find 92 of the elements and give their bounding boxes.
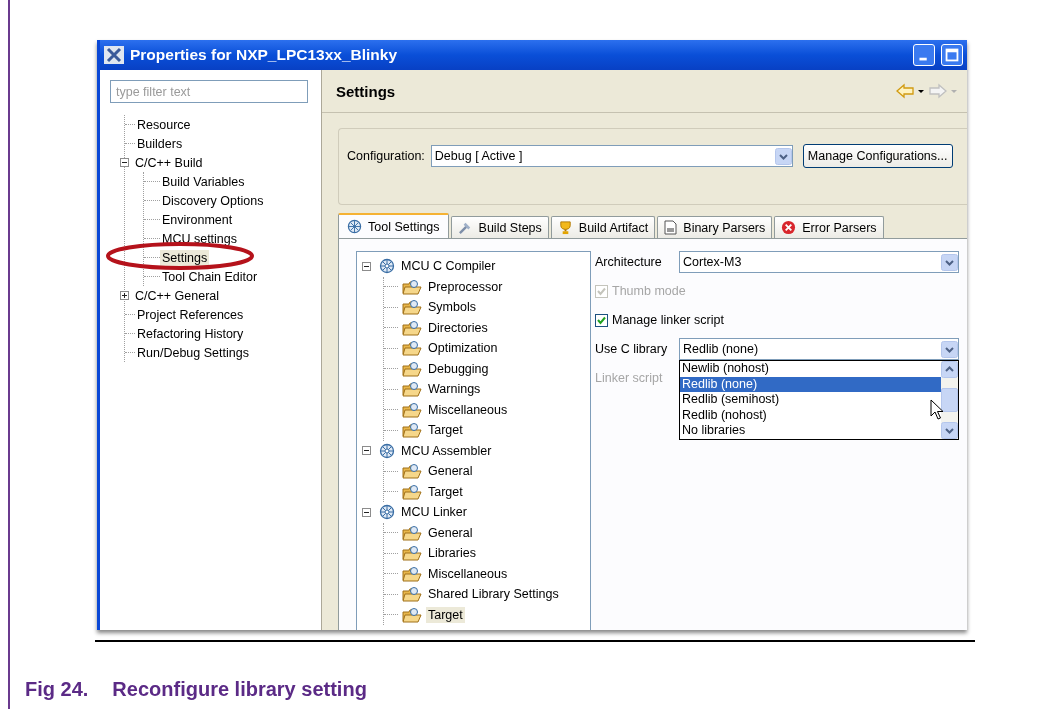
- tree-item[interactable]: C/C++ General: [133, 287, 222, 304]
- tree-item[interactable]: Project References: [135, 306, 246, 323]
- folder-icon: [402, 565, 422, 582]
- folder-icon: [402, 545, 422, 562]
- tree-item[interactable]: Libraries: [426, 545, 478, 562]
- field-label: Use C library: [595, 342, 669, 356]
- checkbox-label: Thumb mode: [612, 284, 686, 298]
- dropdown-option[interactable]: Newlib (nohost): [680, 361, 941, 377]
- caption-text: Reconfigure library setting: [112, 678, 367, 701]
- tree-item[interactable]: Miscellaneous: [426, 565, 510, 582]
- folder-icon: [402, 463, 422, 480]
- tree-item[interactable]: Resource: [135, 116, 193, 133]
- gear-icon: [347, 219, 362, 234]
- tree-item[interactable]: Run/Debug Settings: [135, 344, 251, 361]
- trophy-icon: [557, 220, 573, 235]
- tree-item[interactable]: Miscellaneous: [426, 401, 510, 418]
- error-icon: [781, 220, 797, 235]
- dropdown-option[interactable]: Redlib (none): [680, 376, 941, 392]
- maximize-button[interactable]: [941, 44, 963, 66]
- tab[interactable]: Build Artifact: [550, 216, 656, 238]
- expand-icon[interactable]: [120, 291, 129, 300]
- folder-icon: [402, 319, 422, 336]
- tree-item[interactable]: Build Variables: [160, 173, 247, 190]
- tree-item[interactable]: Builders: [135, 135, 185, 152]
- gear-icon: [379, 258, 395, 275]
- tree-item[interactable]: Tool Chain Editor: [160, 268, 260, 285]
- tree-item[interactable]: General: [426, 524, 475, 541]
- tree-item[interactable]: Symbols: [426, 299, 478, 316]
- folder-icon: [402, 299, 422, 316]
- tab[interactable]: Binary Parsers: [657, 216, 773, 238]
- tab[interactable]: Error Parsers: [774, 216, 884, 238]
- dropdown-option[interactable]: No libraries: [680, 423, 941, 439]
- tree-item[interactable]: Shared Library Settings: [426, 586, 561, 603]
- gear-icon: [379, 442, 395, 459]
- configuration-select[interactable]: Debug [ Active ]: [430, 145, 793, 167]
- tab[interactable]: Build Steps: [450, 216, 549, 238]
- field-label: Configuration:: [347, 148, 425, 165]
- collapse-icon[interactable]: [362, 261, 371, 271]
- library-select[interactable]: Redlib (none): [679, 338, 959, 360]
- field-label: Architecture: [595, 255, 663, 269]
- tree-item[interactable]: Debugging: [426, 360, 491, 377]
- collapse-icon[interactable]: [362, 446, 371, 456]
- app-icon: [104, 46, 124, 64]
- folder-icon: [402, 586, 422, 603]
- architecture-select[interactable]: Cortex-M3: [679, 251, 959, 273]
- tree-item[interactable]: Optimization: [426, 340, 500, 357]
- folder-icon: [402, 278, 422, 295]
- tree-item[interactable]: Directories: [426, 319, 490, 336]
- tree-item[interactable]: MCU Assembler: [399, 442, 494, 459]
- tree-item[interactable]: C/C++ Build: [133, 154, 205, 171]
- folder-icon: [402, 381, 422, 398]
- dropdown-option[interactable]: Redlib (semihost): [680, 392, 941, 408]
- binary-file-icon: [664, 220, 678, 235]
- scrollbar-thumb[interactable]: [941, 387, 958, 412]
- figure-number: Fig 24.: [25, 678, 89, 701]
- tree-item[interactable]: Target: [426, 422, 465, 439]
- tree-item[interactable]: Settings: [160, 249, 210, 266]
- folder-icon: [402, 422, 422, 439]
- tree-item[interactable]: General: [426, 463, 475, 480]
- field-label: Linker script: [595, 371, 664, 385]
- collapse-icon[interactable]: [362, 507, 371, 517]
- hammer-icon: [457, 220, 473, 235]
- tree-item[interactable]: Target: [426, 606, 465, 623]
- folder-icon: [402, 401, 422, 418]
- folder-icon: [402, 360, 422, 377]
- tree-item[interactable]: Discovery Options: [160, 192, 266, 209]
- folder-icon: [402, 524, 422, 541]
- checkbox[interactable]: [595, 313, 608, 327]
- folder-icon: [402, 606, 422, 623]
- tree-item[interactable]: Environment: [160, 211, 235, 228]
- tree-item[interactable]: Target: [426, 483, 465, 500]
- tree-item[interactable]: Refactoring History: [135, 325, 246, 342]
- filter-field[interactable]: type filter text: [110, 80, 308, 103]
- gear-icon: [379, 504, 395, 521]
- scroll-down-icon[interactable]: [941, 421, 958, 439]
- manage-configurations-button[interactable]: Manage Configurations...: [802, 144, 953, 168]
- back-arrow-icon[interactable]: [896, 83, 926, 99]
- page-title: Settings: [336, 82, 397, 100]
- tree-item[interactable]: Warnings: [426, 381, 483, 398]
- folder-icon: [402, 483, 422, 500]
- collapse-icon[interactable]: [120, 158, 129, 167]
- tree-item[interactable]: MCU Linker: [399, 504, 469, 521]
- mouse-cursor-icon: [930, 399, 944, 420]
- folder-icon: [402, 340, 422, 357]
- tree-item[interactable]: MCU C Compiler: [399, 258, 498, 275]
- minimize-button[interactable]: [913, 44, 935, 66]
- tab[interactable]: Tool Settings: [338, 213, 449, 238]
- window-title: Properties for NXP_LPC13xx_Blinky: [130, 46, 399, 64]
- scroll-up-icon[interactable]: [941, 361, 958, 378]
- checkbox-label: Manage linker script: [612, 313, 724, 327]
- tree-item[interactable]: Preprocessor: [426, 278, 505, 295]
- tree-item[interactable]: MCU settings: [160, 230, 240, 247]
